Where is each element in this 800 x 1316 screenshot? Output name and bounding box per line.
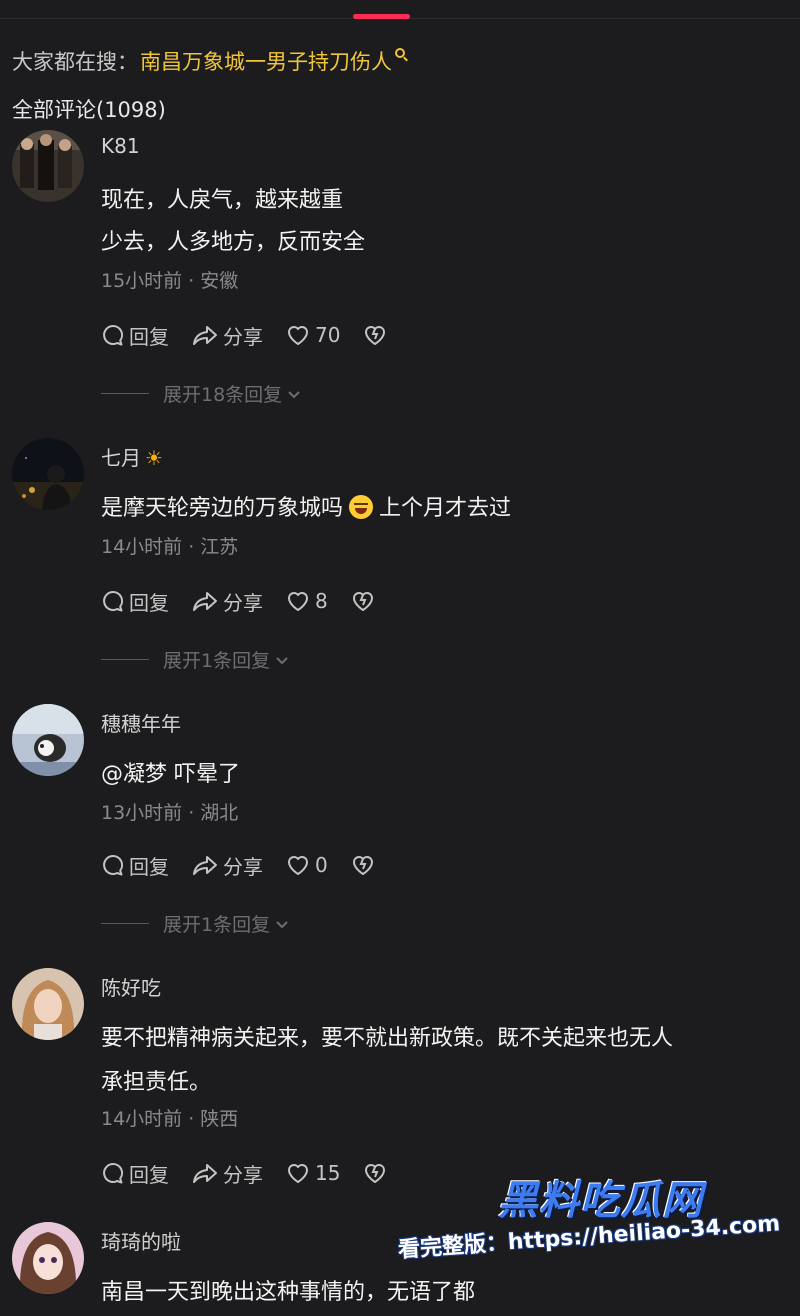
dislike-icon (352, 592, 373, 611)
top-bar (0, 0, 800, 19)
reply-label: 回复 (129, 324, 169, 349)
share-icon (193, 1164, 217, 1183)
comment-text: 是摩天轮旁边的万象城吗 上个月才去过 (101, 490, 511, 522)
share-icon (193, 326, 217, 345)
username-text: 七月 (101, 446, 141, 470)
reply-icon (103, 1162, 124, 1184)
comment-meta: 13小时前 · 湖北 (101, 802, 239, 824)
share-label: 分享 (223, 590, 263, 615)
reply-button[interactable]: 回复 (101, 587, 169, 616)
avatar[interactable] (12, 968, 84, 1040)
reply-label: 回复 (129, 1162, 169, 1187)
dislike-button[interactable] (362, 1161, 392, 1185)
expand-label: 展开1条回复 (163, 650, 271, 672)
like-button[interactable]: 0 (285, 853, 328, 877)
dislike-button[interactable] (362, 323, 392, 347)
comment-text: 要不把精神病关起来，要不就出新政策。既不关起来也无人 (101, 1026, 674, 1051)
hot-search-banner[interactable]: 大家都在搜：南昌万象城一男子持刀伤人 (12, 46, 405, 76)
dislike-button[interactable] (350, 853, 380, 877)
like-icon (288, 326, 308, 345)
comment-actions: 回复 分享 15 (101, 1158, 392, 1188)
chevron-down-icon (276, 920, 288, 928)
expand-label: 展开1条回复 (163, 914, 271, 936)
sun-icon: ☀ (145, 446, 163, 470)
reply-icon (103, 324, 124, 346)
comment-text-part: 是摩天轮旁边的万象城吗 (101, 496, 344, 521)
username[interactable]: 七月 ☀ (101, 442, 163, 471)
reply-button[interactable]: 回复 (101, 851, 169, 880)
dislike-icon (352, 856, 373, 875)
comments-count-title: 全部评论(1098) (12, 98, 166, 122)
reply-button[interactable]: 回复 (101, 1159, 169, 1188)
comment-text-part: 上个月才去过 (379, 496, 512, 521)
laughing-emoji-icon (349, 495, 374, 519)
share-button[interactable]: 分享 (191, 851, 263, 880)
username[interactable]: 穗穗年年 (101, 708, 181, 737)
comment-meta: 14小时前 · 陕西 (101, 1108, 239, 1130)
comment-meta: 14小时前 · 江苏 (101, 536, 239, 558)
expand-replies[interactable]: 展开1条回复 (101, 646, 290, 673)
share-label: 分享 (223, 1162, 263, 1187)
reply-label: 回复 (129, 590, 169, 615)
like-icon (288, 1164, 308, 1183)
comment-actions: 回复 分享 0 (101, 850, 380, 880)
expand-replies[interactable]: 展开18条回复 (101, 380, 302, 407)
like-icon (288, 592, 308, 611)
share-label: 分享 (223, 854, 263, 879)
share-icon (193, 856, 217, 875)
dislike-icon (365, 1164, 386, 1183)
chevron-down-icon (276, 656, 288, 664)
comment-actions: 回复 分享 70 (101, 320, 392, 350)
username[interactable]: 琦琦的啦 (101, 1226, 181, 1255)
like-button[interactable]: 70 (285, 323, 340, 347)
username[interactable]: K81 (101, 134, 140, 158)
share-icon (193, 592, 217, 611)
reply-button[interactable]: 回复 (101, 321, 169, 350)
reply-icon (103, 854, 124, 876)
avatar[interactable] (12, 1222, 84, 1294)
avatar[interactable] (12, 130, 84, 202)
search-icon[interactable] (395, 48, 405, 58)
chevron-down-icon (288, 390, 300, 398)
share-button[interactable]: 分享 (191, 321, 263, 350)
share-button[interactable]: 分享 (191, 587, 263, 616)
avatar[interactable] (12, 438, 84, 510)
hot-search-prefix: 大家都在搜： (12, 50, 138, 74)
comment-text: 现在，人戾气，越来越重 (101, 188, 344, 213)
tab-indicator (353, 14, 410, 19)
like-count: 8 (315, 589, 328, 613)
like-icon (288, 856, 308, 875)
comment-text: 承担责任。 (101, 1070, 212, 1095)
expand-label: 展开18条回复 (163, 384, 283, 406)
share-button[interactable]: 分享 (191, 1159, 263, 1188)
comment-meta: 15小时前 · 安徽 (101, 270, 239, 292)
like-count: 15 (315, 1161, 341, 1185)
hot-search-keyword[interactable]: 南昌万象城一男子持刀伤人 (140, 50, 392, 74)
comment-text: 少去，人多地方，反而安全 (101, 230, 366, 255)
share-label: 分享 (223, 324, 263, 349)
like-button[interactable]: 15 (285, 1161, 340, 1185)
like-count: 70 (315, 323, 341, 347)
username[interactable]: 陈好吃 (101, 972, 161, 1001)
like-button[interactable]: 8 (285, 589, 328, 613)
reply-icon (103, 590, 124, 612)
watermark: 黑料吃瓜网 看完整版：https://heiliao-34.com (397, 1160, 800, 1300)
dislike-button[interactable] (350, 589, 380, 613)
comment-actions: 回复 分享 8 (101, 586, 380, 616)
dislike-icon (365, 326, 386, 345)
like-count: 0 (315, 853, 328, 877)
expand-replies[interactable]: 展开1条回复 (101, 910, 290, 937)
avatar[interactable] (12, 704, 84, 776)
reply-label: 回复 (129, 854, 169, 879)
comment-text: @凝梦 吓晕了 (101, 762, 240, 787)
